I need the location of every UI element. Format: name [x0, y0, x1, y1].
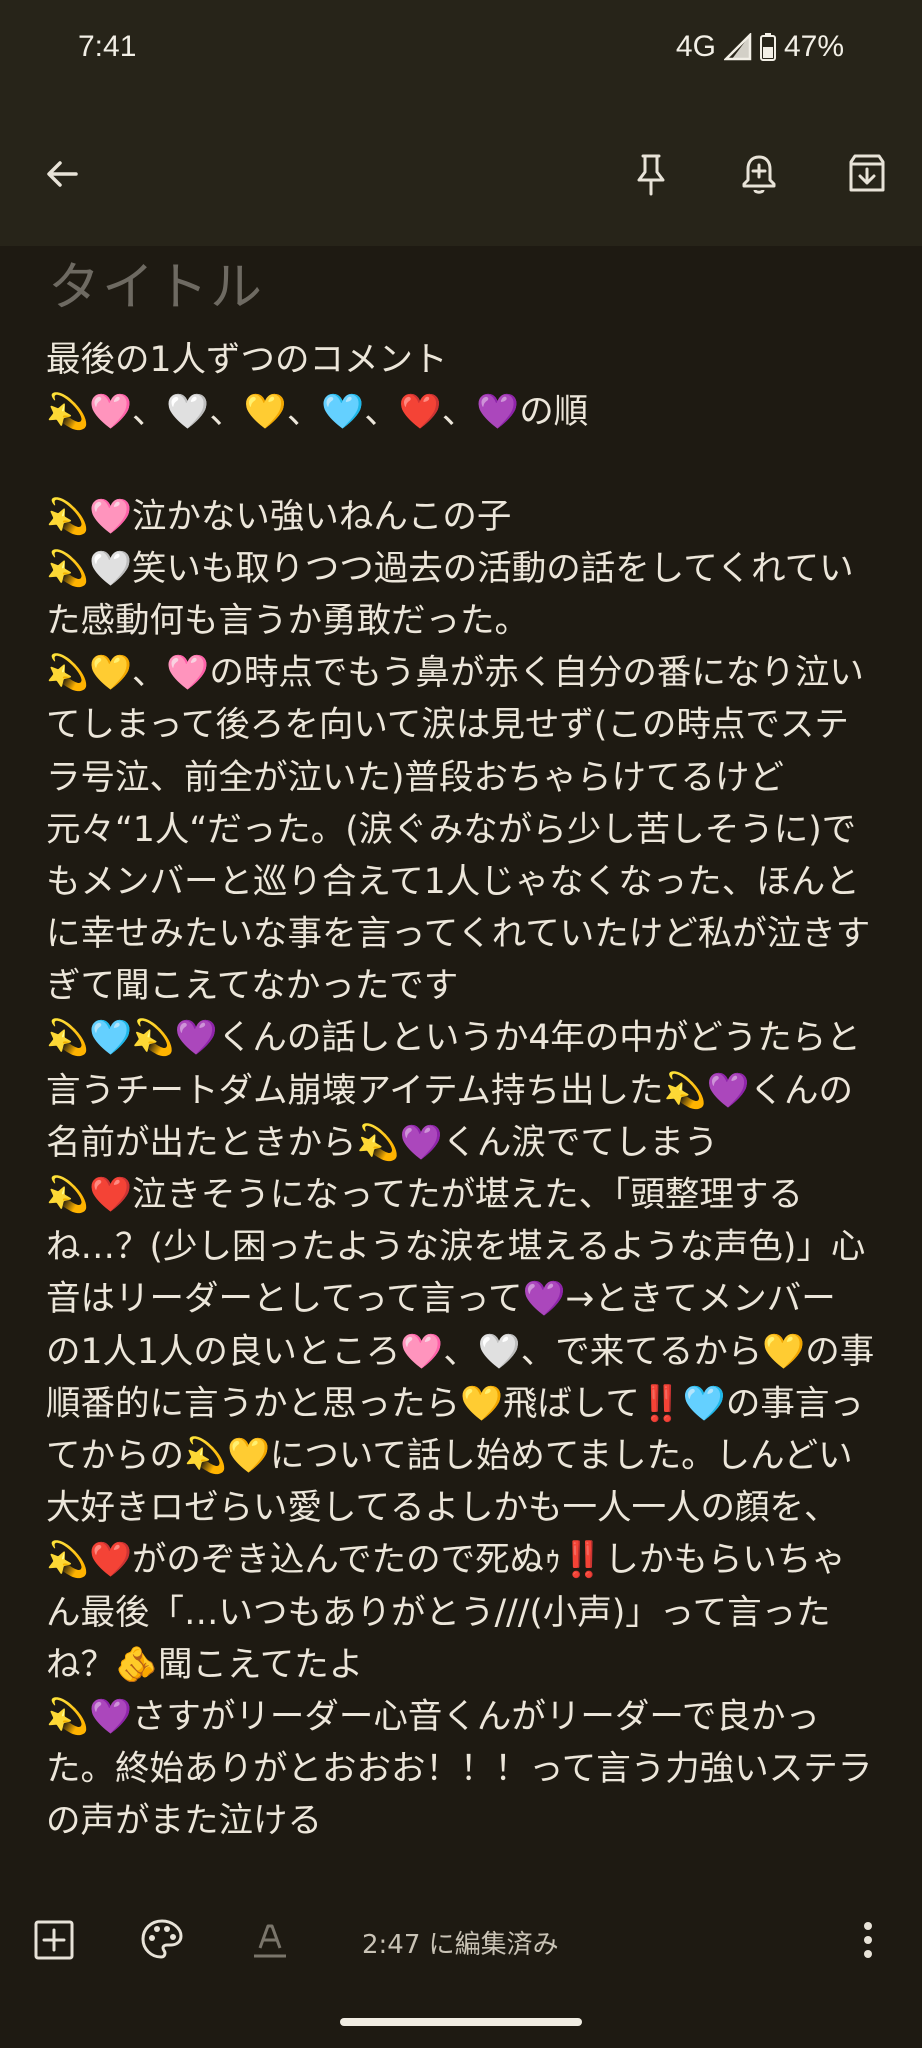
archive-icon: [849, 154, 885, 192]
note-line: 💫❤️がのぞき込んでたので死ぬｩ‼️しかもらいちゃ: [46, 1540, 846, 1581]
more-options-button[interactable]: [836, 1908, 900, 1972]
note-line: 音はリーダーとしてって言って💜→ときてメンバー: [46, 1279, 836, 1320]
note-line: 💫🩷泣かない強いねんこの子: [46, 496, 512, 537]
back-button[interactable]: [30, 142, 94, 206]
text-format-icon: [254, 1924, 286, 1958]
pin-button[interactable]: [619, 142, 683, 206]
pin-icon: [637, 154, 665, 196]
note-line: 💫🩷、🤍、💛、🩵、❤️、💜の順: [46, 392, 589, 433]
note-line: 言うチートダム崩壊アイテム持ち出した💫💜くんの: [46, 1070, 853, 1111]
battery-icon: [759, 33, 776, 61]
note-line: 最後の1人ずつのコメント: [46, 340, 448, 380]
text-format-button[interactable]: [238, 1908, 302, 1972]
status-bar: 7:41 4G 47%: [0, 0, 922, 106]
note-line: 💫🩵💫💜くんの話しというか4年の中がどうたらと: [46, 1018, 861, 1059]
more-vert-icon: [864, 1922, 872, 1958]
note-line: た。終始ありがとおおお！！！って言う力強いステラ: [46, 1749, 873, 1790]
note-line: 💫💛、🩷の時点でもう鼻が赤く自分の番になり泣い: [46, 653, 864, 694]
add-box-icon: [34, 1920, 74, 1960]
note-line: た感動何も言うか勇敢だった。: [46, 600, 529, 641]
note-line: の声がまた泣ける: [46, 1801, 322, 1842]
note-line: 💫💜さすがリーダー心音くんがリーダーで良かっ: [46, 1696, 820, 1737]
note-line: 名前が出たときから💫💜くん涙でてしまう: [46, 1122, 719, 1163]
note-line: ん最後「…いつもありがとう///(小声)」って言った: [46, 1592, 831, 1633]
archive-button[interactable]: [835, 142, 899, 206]
note-line: の1人1人の良いところ🩷、🤍、で来てるから💛の事: [46, 1331, 875, 1372]
note-line: ラ号泣、前全が泣いた)普段おちゃらけてるけど: [46, 757, 784, 798]
note-body-field[interactable]: 最後の1人ずつのコメント 💫🩷、🤍、💛、🩵、❤️、💜の順 💫🩷泣かない強いねんこの子…: [46, 334, 906, 1847]
reminder-bell-icon: [742, 155, 776, 194]
note-line: 💫🤍笑いも取りつつ過去の活動の話をしてくれてい: [46, 548, 854, 589]
note-line: ぎて聞こえてなかったです: [46, 966, 459, 1007]
note-line: 💫❤️泣きそうになってたが堪えた、「頭整理する: [46, 1175, 803, 1215]
battery-percent: 47%: [783, 30, 844, 63]
note-line: 順番的に言うかと思ったら💛飛ばして‼️🩵の事言っ: [46, 1383, 864, 1424]
note-line: もメンバーと巡り合えて1人じゃなくなった、ほんと: [46, 861, 860, 902]
background-color-button[interactable]: [130, 1908, 194, 1972]
note-line: に幸せみたいな事を言ってくれていたけど私が泣きす: [46, 914, 871, 955]
network-type: 4G: [675, 30, 716, 63]
note-title-field[interactable]: タイトル: [48, 245, 264, 320]
note-line: ね？🫵聞こえてたよ: [46, 1644, 364, 1685]
note-line: [46, 438, 906, 490]
signal-icon: [723, 33, 752, 61]
note-line: てからの💫💛について話し始めてました。しんどい: [46, 1435, 853, 1476]
note-line: 元々“1人“だった。(涙ぐみながら少し苦しそうに)で: [46, 809, 857, 850]
status-icons: 4G 47%: [676, 30, 844, 64]
edited-timestamp: 2:47 に編集済み: [362, 1930, 559, 1960]
status-time: 7:41: [78, 30, 137, 63]
note-line: 大好きロゼらい愛してるよしかも一人一人の顔を、: [46, 1488, 839, 1529]
reminder-button[interactable]: [727, 142, 791, 206]
back-arrow-icon: [47, 161, 78, 187]
note-line: てしまって後ろを向いて涙は見せず(この時点でステ: [46, 705, 849, 746]
home-indicator[interactable]: [340, 2018, 582, 2026]
add-button[interactable]: [22, 1908, 86, 1972]
palette-icon: [141, 1919, 183, 1959]
note-line: ね…？(少し困ったような涙を堪えるような声色)」心: [46, 1227, 866, 1268]
